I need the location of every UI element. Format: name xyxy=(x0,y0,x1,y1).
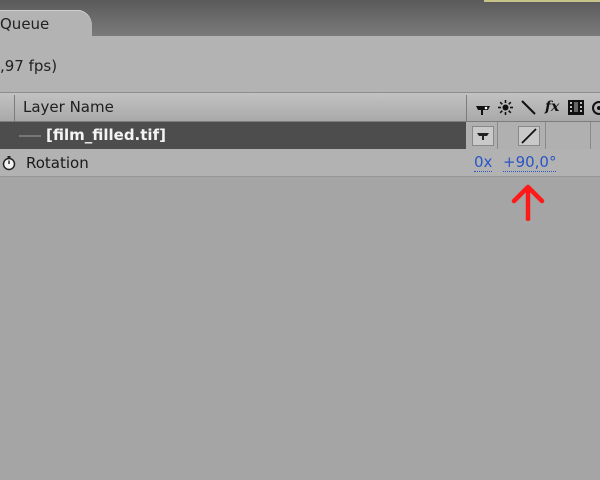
timeline-column-header: Layer Name fx xyxy=(0,92,600,122)
rotation-revolutions-value[interactable]: 0x xyxy=(474,154,493,172)
red-arrow-annotation xyxy=(511,184,545,221)
layer-name-column-header[interactable]: Layer Name xyxy=(23,98,114,116)
quality-icon[interactable] xyxy=(521,100,536,119)
switch-divider xyxy=(590,122,591,149)
column-divider[interactable] xyxy=(14,95,15,121)
panel-tab-bar: Queue xyxy=(0,0,600,38)
column-divider[interactable] xyxy=(466,95,467,121)
switch-divider xyxy=(545,122,546,149)
motion-blur-icon[interactable] xyxy=(589,99,600,120)
shy-switch[interactable] xyxy=(472,126,494,146)
layer-label-dash xyxy=(19,135,41,137)
shy-icon[interactable] xyxy=(475,101,491,120)
tab-bar-highlight xyxy=(484,0,600,2)
fx-icon[interactable]: fx xyxy=(545,99,559,115)
switch-divider xyxy=(497,122,498,149)
layer-name-bar[interactable]: [film_filled.tif] xyxy=(0,122,466,149)
layer-row[interactable]: [film_filled.tif] xyxy=(0,122,600,149)
comp-fps-text: ,97 fps) xyxy=(0,57,58,75)
property-name-rotation: Rotation xyxy=(26,154,89,172)
rotation-degrees-value[interactable]: +90,0° xyxy=(503,154,557,172)
stopwatch-icon[interactable] xyxy=(1,155,17,175)
composition-info-bar: ,97 fps) xyxy=(0,36,600,92)
collapse-icon[interactable] xyxy=(498,100,513,119)
layer-name[interactable]: [film_filled.tif] xyxy=(46,126,166,144)
tab-label: Queue xyxy=(0,15,50,33)
tab-render-queue[interactable]: Queue xyxy=(0,10,92,38)
frame-blend-icon[interactable] xyxy=(567,99,585,120)
quality-switch[interactable] xyxy=(518,126,540,146)
rotation-property-row: Rotation 0x +90,0° xyxy=(0,149,600,177)
